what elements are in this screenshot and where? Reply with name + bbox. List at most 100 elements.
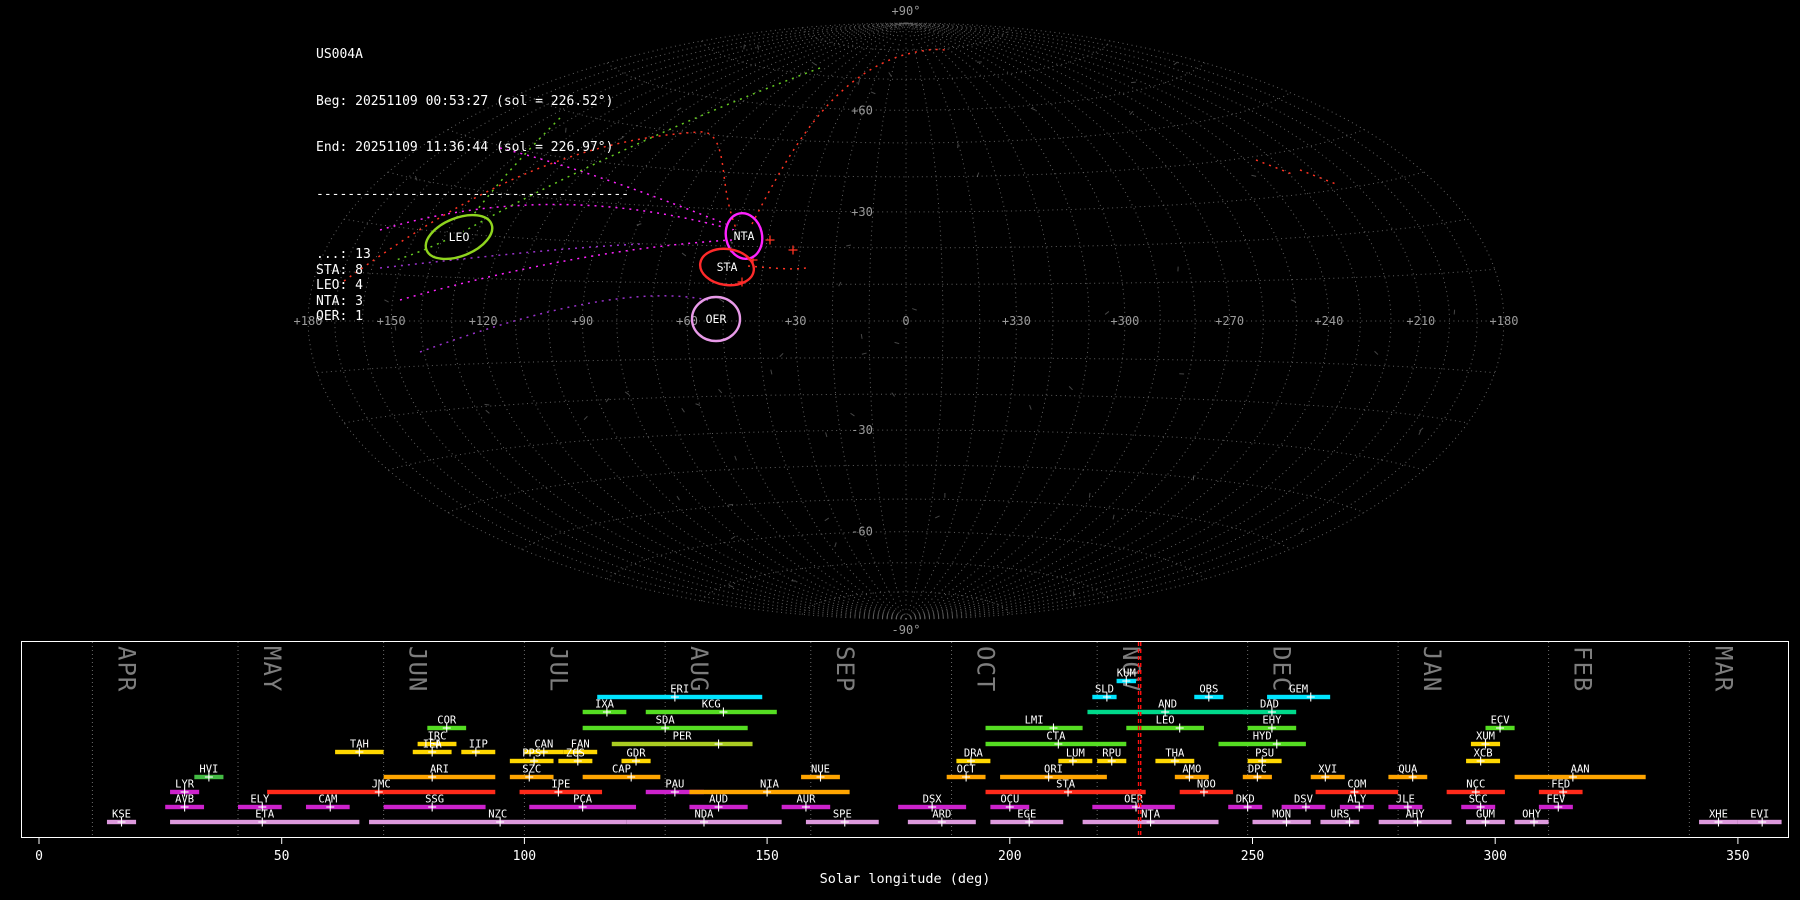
shower-label-AAN: AAN [1571, 763, 1590, 775]
month-label-SEP: SEP [831, 646, 859, 692]
equator-label: +180 [1490, 314, 1519, 328]
meteor-track [751, 48, 946, 225]
radiant-label-STA: STA [717, 260, 738, 274]
shower-label-ETA: ETA [255, 808, 275, 820]
shower-count-LEO: LEO: 4 [316, 278, 363, 293]
shower-label-NIA: NIA [760, 778, 780, 790]
shower-bar-QUA [1388, 774, 1428, 780]
shower-label-DRA: DRA [964, 747, 984, 759]
shower-label-SZC: SZC [522, 763, 541, 775]
shower-bar-PER [611, 741, 753, 747]
shower-label-SPE: SPE [833, 808, 852, 820]
shower-counts: ...: 13 STA: 8 LEO: 4 NTA: 3 OER: 1 [316, 247, 629, 325]
shower-label-CAM: CAM [318, 793, 337, 805]
equator-label: 0 [902, 314, 909, 328]
shower-label-OHY: OHY [1522, 808, 1542, 820]
shower-label-ORI: ORI [1044, 763, 1063, 775]
meteor-track [1299, 169, 1337, 185]
shower-label-GEM: GEM [1289, 683, 1308, 695]
month-label-JAN: JAN [1418, 646, 1446, 692]
shower-bar-ARI [383, 774, 496, 780]
radiant-OER: OER [690, 295, 742, 343]
month-label-OCT: OCT [972, 646, 1000, 692]
shower-label-XCB: XCB [1474, 747, 1493, 759]
shower-label-NZC: NZC [488, 808, 507, 820]
shower-count-OER: OER: 1 [316, 309, 363, 324]
equator-label: +30 [785, 314, 807, 328]
shower-label-ALY: ALY [1347, 793, 1367, 805]
latitude-label: +30 [851, 205, 873, 219]
shower-bar-LMI [985, 725, 1083, 731]
month-label-MAR: MAR [1709, 646, 1737, 692]
shower-label-LUM: LUM [1066, 747, 1085, 759]
meteor-plus-markers [737, 235, 798, 287]
latitude-label: +60 [851, 103, 873, 117]
shower-label-IXA: IXA [595, 698, 615, 710]
meteor-track [747, 265, 807, 270]
shower-label-SLD: SLD [1095, 683, 1114, 695]
shower-label-AHY: AHY [1406, 808, 1426, 820]
x-tick-label: 200 [998, 849, 1021, 864]
activity-timeline-chart: APR MAY JUN JUL AUG SEP OCT NOV DEC JAN FEB MARKUME… [21, 641, 1789, 887]
x-tick-label: 350 [1726, 849, 1749, 864]
north-pole-label: +90° [892, 4, 921, 18]
shower-bar-AAN [1514, 774, 1646, 780]
shower-label-FEV: FEV [1546, 793, 1566, 805]
shower-label-AND: AND [1158, 698, 1177, 710]
shower-label-AMO: AMO [1182, 763, 1201, 775]
x-axis: 0 50 100 150 200 250 300 350 Solar longitude (de… [35, 838, 1750, 887]
equator-label: +240 [1314, 314, 1343, 328]
shower-bars: KUMERI SLD OBS GEMIXA KCG AND DADCOR SDA LMI LEO E… [106, 667, 1782, 827]
month-label-MAY: MAY [258, 646, 286, 692]
x-tick-label: 150 [755, 849, 778, 864]
month-label-AUG: AUG [685, 646, 713, 692]
radiant-label-OER: OER [706, 312, 727, 326]
shower-label-ARI: ARI [430, 763, 449, 775]
shower-label-CAP: CAP [612, 763, 631, 775]
month-label-FEB: FEB [1569, 646, 1597, 692]
shower-label-XVI: XVI [1318, 763, 1337, 775]
shower-label-ZCS: ZCS [566, 747, 585, 759]
shower-label-PSU: PSU [1255, 747, 1274, 759]
observation-end: End: 20251109 11:36:44 (sol = 226.97°) [316, 140, 614, 155]
equator-label: +270 [1215, 314, 1244, 328]
shower-count-unclassified: ...: 13 [316, 247, 371, 262]
shower-label-PER: PER [673, 730, 693, 742]
shower-bar-CAP [582, 774, 661, 780]
equator-label: +330 [1002, 314, 1031, 328]
separator-line: ---------------------------------------- [316, 186, 630, 202]
x-tick-label: 250 [1241, 849, 1264, 864]
meteor-track [1255, 159, 1293, 175]
latitude-label: -30 [851, 423, 873, 437]
meteor-radiant-report: { "info_panel": { "station": "US004A", "… [0, 0, 1800, 900]
x-tick-label: 300 [1483, 849, 1506, 864]
south-pole-label: -90° [892, 623, 921, 637]
x-tick-label: 0 [35, 849, 43, 864]
shower-bar-HYD [1218, 741, 1306, 747]
shower-label-URS: URS [1330, 808, 1349, 820]
shower-bar-ERI [597, 694, 763, 700]
radiant-label-NTA: NTA [734, 229, 755, 243]
shower-label-COM: COM [1347, 778, 1366, 790]
shower-label-IPE: IPE [551, 778, 570, 790]
sky-map: +180 +150 +120 +90 +60 +30 0 +330 +300 +270 +240 +2… [294, 4, 1519, 637]
shower-label-STA: STA [1056, 778, 1076, 790]
shower-label-DSV: DSV [1294, 793, 1314, 805]
shower-count-STA: STA: 8 [316, 262, 363, 278]
shower-label-SSG: SSG [425, 793, 444, 805]
equator-label: +300 [1110, 314, 1139, 328]
equator-label: +60 [676, 314, 698, 328]
x-axis-title: Solar longitude (deg) [820, 871, 991, 887]
shower-bar-MON [1252, 819, 1311, 825]
shower-label-CTA: CTA [1046, 730, 1066, 742]
shower-label-LEO: LEO [1156, 714, 1175, 726]
equator-label: +210 [1406, 314, 1435, 328]
x-tick-label: 100 [513, 849, 536, 864]
month-label-APR: APR [112, 646, 140, 692]
shower-bar-ORI [1000, 774, 1107, 780]
shower-label-DKD: DKD [1236, 793, 1255, 805]
month-label-JUN: JUN [404, 646, 432, 692]
month-label-JUL: JUL [544, 646, 572, 692]
shower-label-IIP: IIP [469, 738, 488, 750]
x-tick-label: 50 [274, 849, 290, 864]
